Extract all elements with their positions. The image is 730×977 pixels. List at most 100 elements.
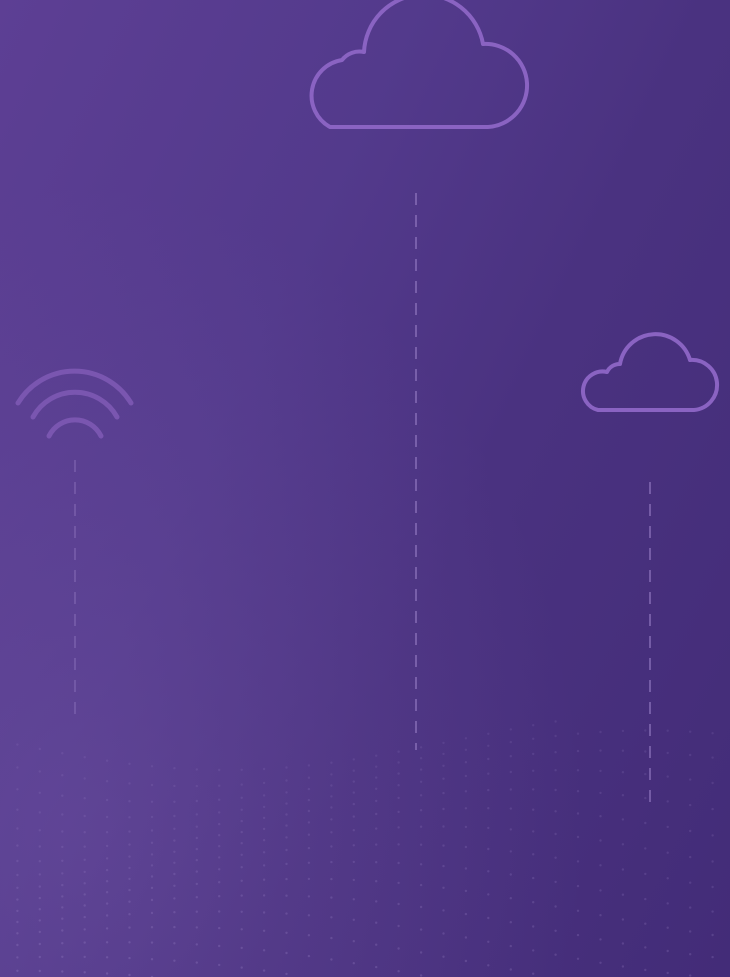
wifi-icon xyxy=(15,368,134,439)
mesh-dot xyxy=(375,843,378,846)
mesh-dot xyxy=(711,756,714,759)
mesh-dot xyxy=(307,954,311,958)
mesh-dot xyxy=(644,968,647,972)
mesh-dot xyxy=(105,941,109,944)
mesh-dot xyxy=(576,860,580,863)
mesh-dot xyxy=(375,812,378,816)
mesh-dot xyxy=(397,947,400,950)
mesh-dot xyxy=(218,963,221,967)
mesh-dot xyxy=(576,749,580,753)
mesh-dot xyxy=(711,781,714,785)
mesh-dot xyxy=(554,720,557,723)
mesh-dot xyxy=(621,843,625,846)
mesh-dot xyxy=(38,896,41,900)
mesh-dot xyxy=(419,974,423,977)
mesh-dot xyxy=(195,825,198,828)
mesh-dot xyxy=(240,928,243,931)
mesh-dot xyxy=(240,796,243,799)
mesh-dot xyxy=(128,866,131,870)
mesh-dot xyxy=(464,790,468,793)
mesh-dot xyxy=(666,729,669,732)
mesh-dot xyxy=(576,732,580,735)
mesh-dot xyxy=(532,737,535,740)
mesh-dot xyxy=(262,949,266,952)
mesh-dot xyxy=(666,949,669,953)
mesh-dot xyxy=(352,898,355,901)
mesh-dot xyxy=(195,882,198,886)
mesh-dot xyxy=(487,732,490,735)
mesh-dot xyxy=(150,958,154,961)
mesh-dot xyxy=(173,827,176,830)
mesh-dot xyxy=(285,877,288,881)
mesh-dot xyxy=(330,761,333,764)
mesh-dot xyxy=(644,729,647,732)
mesh-dot xyxy=(397,924,400,928)
mesh-dot xyxy=(128,900,131,903)
mesh-dot xyxy=(218,881,221,884)
mesh-dot xyxy=(711,834,714,837)
mesh-dot xyxy=(689,906,692,909)
mesh-dot xyxy=(150,941,154,944)
mesh-dot xyxy=(666,775,669,778)
mesh-dot xyxy=(330,806,333,809)
mesh-dot xyxy=(464,845,468,849)
mesh-dot xyxy=(16,909,19,913)
mesh-dot xyxy=(307,764,311,767)
mesh-dot xyxy=(419,883,423,887)
mesh-dot xyxy=(285,802,288,805)
mesh-dot xyxy=(128,888,131,892)
mesh-dot xyxy=(307,821,311,824)
mesh-dot xyxy=(397,784,400,787)
cloud-icon xyxy=(580,332,720,412)
mesh-dot xyxy=(532,972,535,975)
mesh-dot xyxy=(61,830,64,833)
mesh-dot xyxy=(16,956,19,959)
mesh-dot xyxy=(61,929,64,932)
mesh-dot xyxy=(419,809,423,812)
mesh-dot xyxy=(487,826,490,830)
mesh-dot xyxy=(599,749,602,752)
mesh-dot xyxy=(352,802,355,806)
mesh-dot xyxy=(307,934,311,937)
mesh-dot xyxy=(150,926,154,929)
mesh-dot xyxy=(621,868,625,871)
mesh-dot xyxy=(599,864,602,867)
mesh-dot xyxy=(532,724,535,727)
mesh-dot xyxy=(689,803,692,807)
mesh-dot xyxy=(150,765,154,768)
mesh-dot xyxy=(16,943,19,947)
mesh-dot xyxy=(307,809,311,813)
mesh-dot xyxy=(150,815,154,819)
mesh-dot xyxy=(644,821,647,825)
mesh-dot xyxy=(307,861,311,864)
mesh-dot xyxy=(487,964,490,967)
mesh-dot xyxy=(285,951,288,955)
mesh-dot xyxy=(262,794,266,797)
mesh-dot xyxy=(105,844,109,848)
mesh-dot xyxy=(262,878,266,881)
mesh-dot xyxy=(644,750,647,753)
mesh-dot xyxy=(621,942,625,945)
mesh-dot xyxy=(173,839,176,842)
mesh-dot xyxy=(262,929,266,932)
mesh-dot xyxy=(128,913,131,916)
mesh-dot xyxy=(307,833,311,836)
decor-layer xyxy=(15,0,720,977)
mesh-dot xyxy=(105,759,109,762)
mesh-dot xyxy=(38,860,41,863)
mesh-dot xyxy=(218,868,221,871)
mesh-dot xyxy=(576,957,580,960)
mesh-dot xyxy=(285,766,288,769)
mesh-dot xyxy=(38,845,41,848)
mesh-dot xyxy=(689,753,692,757)
mesh-dot xyxy=(16,873,19,877)
mesh-dot xyxy=(442,791,445,795)
mesh-dot xyxy=(397,810,400,814)
mesh-dot xyxy=(599,791,602,795)
mesh-dot xyxy=(621,729,625,733)
mesh-dot xyxy=(240,819,243,823)
mesh-dot xyxy=(375,799,378,803)
mesh-dot xyxy=(240,966,243,969)
mesh-dot xyxy=(509,897,512,900)
mesh-dot xyxy=(105,857,109,860)
